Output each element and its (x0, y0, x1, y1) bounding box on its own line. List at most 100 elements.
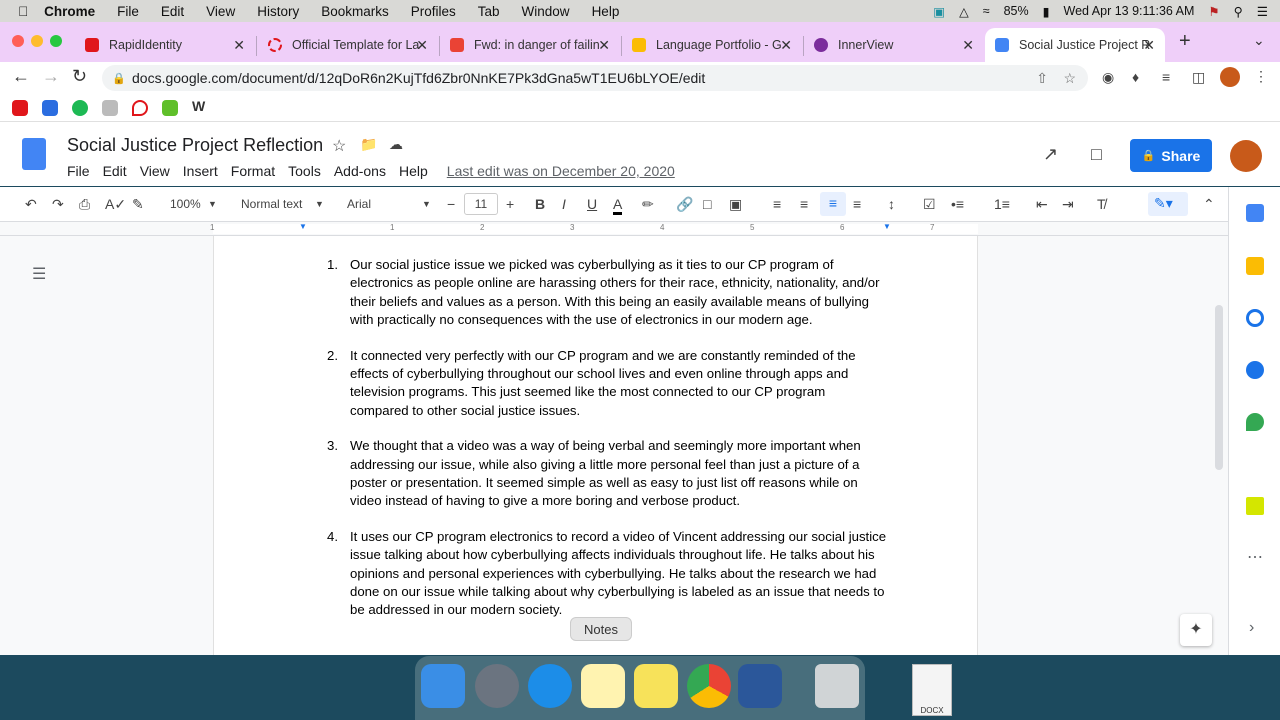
account-avatar[interactable] (1230, 140, 1262, 172)
menu-app[interactable]: Chrome (44, 4, 95, 19)
docs-menu-addons[interactable]: Add-ons (334, 163, 386, 179)
link-icon[interactable]: 🔗 (676, 196, 693, 213)
tab-innerview[interactable]: InnerView ✕ (804, 28, 984, 62)
share-button[interactable]: 🔒 Share (1130, 139, 1212, 172)
finder-icon[interactable] (421, 664, 465, 708)
list-item[interactable]: 1. Our social justice issue we picked was… (327, 256, 887, 329)
spellcheck-icon[interactable]: A✓ (105, 196, 126, 213)
docs-menu-help[interactable]: Help (399, 163, 428, 179)
bookmark-rapididentity-icon[interactable] (12, 100, 28, 116)
bookmark-game-icon[interactable] (102, 100, 118, 116)
decrease-indent-icon[interactable]: ⇤ (1036, 196, 1048, 213)
tab-rapididentity[interactable]: RapidIdentity ✕ (75, 28, 255, 62)
menu-profiles[interactable]: Profiles (411, 4, 456, 19)
docs-menu-tools[interactable]: Tools (288, 163, 321, 179)
google-docs-logo[interactable] (22, 138, 46, 170)
numbered-list-icon[interactable]: 1≡ (994, 196, 1010, 212)
new-tab-button[interactable]: + (1179, 30, 1191, 53)
style-select[interactable]: Normal text (241, 197, 302, 211)
chrome-menu-icon[interactable]: ⋮ (1254, 68, 1268, 85)
move-folder-icon[interactable]: 📁 (360, 136, 377, 153)
url-input[interactable]: 🔒 docs.google.com/document/d/12qDoR6n2Ku… (102, 65, 1088, 91)
close-tab-icon[interactable]: ✕ (598, 37, 610, 54)
maps-icon[interactable] (1246, 413, 1264, 431)
bulleted-list-icon[interactable]: •≡ (951, 196, 964, 212)
last-edit-link[interactable]: Last edit was on December 20, 2020 (447, 163, 675, 179)
airplay-icon[interactable]: △ (959, 4, 969, 19)
menu-history[interactable]: History (257, 4, 299, 19)
star-icon[interactable]: ☆ (332, 136, 346, 156)
explore-button[interactable]: ✦ (1180, 614, 1212, 646)
tab-official-template[interactable]: Official Template for La ✕ (258, 28, 438, 62)
menu-bookmarks[interactable]: Bookmarks (321, 4, 389, 19)
close-tab-icon[interactable]: ✕ (780, 37, 792, 54)
word-icon[interactable] (738, 664, 782, 708)
side-panel-icon[interactable]: ◫ (1192, 69, 1205, 86)
control-center-icon[interactable]: ☰ (1257, 4, 1268, 19)
docx-file-icon[interactable]: DOCX (912, 664, 952, 716)
menu-file[interactable]: File (117, 4, 139, 19)
clock[interactable]: Wed Apr 13 9:11:36 AM (1064, 4, 1195, 18)
line-spacing-icon[interactable]: ↕ (888, 196, 895, 212)
back-button[interactable]: ← (12, 66, 30, 87)
bookmark-green-icon[interactable] (162, 100, 178, 116)
wifi-icon[interactable]: ≈ (983, 4, 990, 18)
zoom-select[interactable]: 100% (170, 197, 201, 211)
profile-avatar[interactable] (1220, 67, 1240, 87)
close-tab-icon[interactable]: ✕ (962, 37, 974, 54)
comments-icon[interactable]: □ (1091, 144, 1102, 165)
tab-search-chevron-icon[interactable]: ⌄ (1253, 32, 1265, 49)
horizontal-ruler[interactable]: 1 ▼ 1 2 3 4 5 6 ▼ 7 (0, 222, 1228, 236)
italic-icon[interactable]: I (562, 196, 566, 212)
document-page[interactable]: 1. Our social justice issue we picked was… (213, 236, 978, 655)
undo-icon[interactable]: ↶ (25, 196, 37, 213)
paint-format-icon[interactable]: ✎ (132, 196, 144, 213)
keep-icon[interactable] (1246, 257, 1264, 275)
menu-tab[interactable]: Tab (478, 4, 500, 19)
font-size-input[interactable]: 11 (464, 193, 498, 215)
docs-menu-view[interactable]: View (140, 163, 170, 179)
safari-icon[interactable] (528, 664, 572, 708)
flag-icon[interactable]: ⚑ (1208, 4, 1219, 19)
close-tab-icon[interactable]: ✕ (416, 37, 428, 54)
bookmark-location-icon[interactable] (132, 100, 148, 116)
docs-menu-format[interactable]: Format (231, 163, 275, 179)
bookmark-w-icon[interactable]: W (192, 98, 205, 114)
list-item[interactable]: 2. It connected very perfectly with our C… (327, 347, 887, 420)
add-comment-icon[interactable]: □ (703, 196, 711, 212)
reader-icon[interactable]: ▣ (933, 4, 945, 19)
chrome-icon[interactable] (687, 664, 731, 708)
activity-trend-icon[interactable]: ↗ (1043, 144, 1058, 165)
increase-indent-icon[interactable]: ⇥ (1062, 196, 1074, 213)
menu-window[interactable]: Window (522, 4, 570, 19)
more-addons-icon[interactable]: ⋯ (1247, 547, 1263, 567)
trash-icon[interactable] (815, 664, 859, 708)
chevron-down-icon[interactable]: ▼ (315, 199, 324, 209)
menu-help[interactable]: Help (592, 4, 620, 19)
vertical-scrollbar[interactable] (1215, 305, 1223, 470)
tab-gmail[interactable]: Fwd: in danger of failin ✕ (440, 28, 620, 62)
launchpad-icon[interactable] (475, 664, 519, 708)
search-icon[interactable]: ⚲ (1234, 4, 1243, 19)
clear-formatting-icon[interactable]: T̸ (1097, 196, 1106, 212)
close-window-button[interactable] (12, 35, 24, 47)
menu-edit[interactable]: Edit (161, 4, 184, 19)
share-page-icon[interactable]: ⇧ (1036, 70, 1048, 87)
battery-icon[interactable]: ▮ (1043, 4, 1050, 19)
notes-icon[interactable] (581, 664, 625, 708)
calendar-icon[interactable] (1246, 204, 1264, 222)
list-item[interactable]: 4. It uses our CP program electronics to … (327, 528, 887, 619)
extension-icon[interactable]: ◉ (1102, 69, 1114, 86)
tasks-icon[interactable] (1246, 309, 1264, 327)
chevron-down-icon[interactable]: ▼ (208, 199, 217, 209)
justify-icon[interactable]: ≡ (853, 196, 861, 212)
cloud-status-icon[interactable]: ☁ (389, 136, 403, 153)
insert-image-icon[interactable]: ▣ (729, 196, 742, 213)
outline-icon[interactable]: ☰ (32, 264, 46, 284)
menu-view[interactable]: View (206, 4, 235, 19)
editing-mode-button[interactable]: ✎▾ (1148, 192, 1188, 216)
docs-menu-edit[interactable]: Edit (103, 163, 127, 179)
docs-menu-insert[interactable]: Insert (183, 163, 218, 179)
maximize-window-button[interactable] (50, 35, 62, 47)
align-center-icon[interactable]: ≡ (800, 196, 808, 212)
